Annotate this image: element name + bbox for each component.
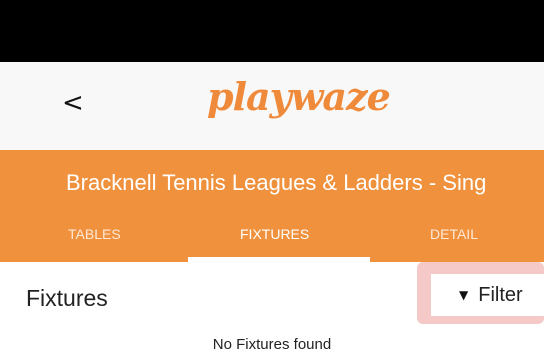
back-button[interactable]: < (62, 90, 84, 116)
filter-button[interactable]: ▼ Filter (431, 274, 544, 316)
tab-detail[interactable]: DETAIL (430, 226, 478, 242)
app-header: < playwaze (0, 62, 544, 150)
league-banner: Bracknell Tennis Leagues & Ladders - Sin… (0, 150, 544, 262)
league-title: Bracknell Tennis Leagues & Ladders - Sin… (66, 170, 487, 195)
tab-fixtures[interactable]: FIXTURES (240, 226, 309, 242)
active-tab-indicator (188, 257, 370, 262)
playwaze-logo: playwaze (207, 74, 391, 119)
filter-label: Filter (478, 283, 523, 306)
status-bar (0, 0, 544, 62)
page-title: Fixtures (26, 285, 108, 311)
filter-triangle-icon: ▼ (459, 288, 469, 302)
tab-tables[interactable]: TABLES (68, 226, 121, 242)
empty-fixtures-message: No Fixtures found (212, 336, 332, 353)
